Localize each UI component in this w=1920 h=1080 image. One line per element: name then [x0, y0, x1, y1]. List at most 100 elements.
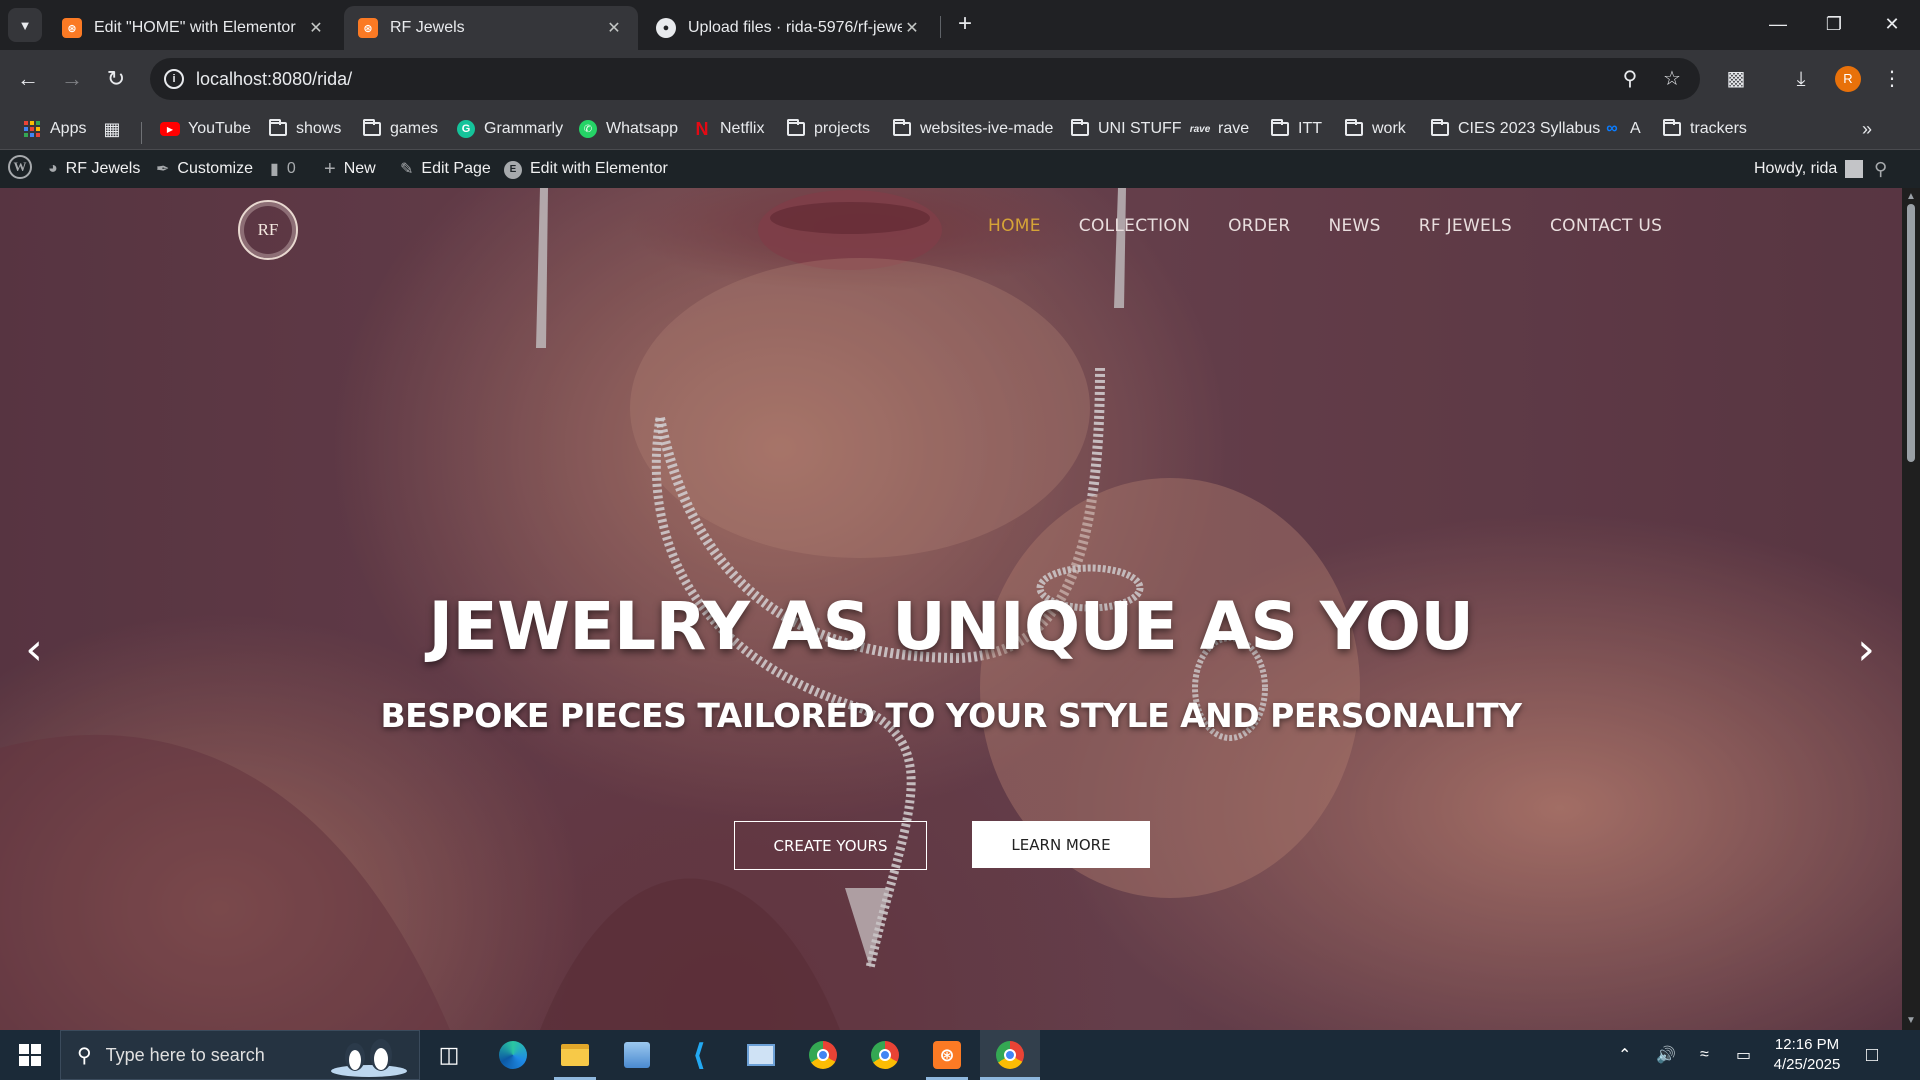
- close-icon[interactable]: ✕: [604, 18, 624, 38]
- volume-icon: 🔊: [1656, 1047, 1676, 1064]
- network-button[interactable]: ≈: [1700, 1030, 1709, 1080]
- edge-icon: [499, 1041, 527, 1069]
- folder-icon: [786, 119, 806, 138]
- tab-title: RF Jewels: [390, 19, 465, 36]
- bookmark-websites-ive-made[interactable]: websites-ive-made: [892, 116, 1053, 142]
- folder-icon: [362, 119, 382, 138]
- forward-button[interactable]: →: [56, 63, 88, 95]
- back-button[interactable]: ←: [12, 63, 44, 95]
- reload-button[interactable]: ↻: [100, 63, 132, 95]
- download-icon[interactable]: ⤓: [1785, 63, 1817, 95]
- volume-button[interactable]: 🔊: [1656, 1030, 1676, 1080]
- taskbar-edge[interactable]: [496, 1038, 530, 1072]
- zoom-icon[interactable]: ⚲: [1618, 68, 1642, 92]
- bookmark-projects[interactable]: projects: [786, 116, 870, 142]
- tab-elementor-editor[interactable]: ⊛ Edit "HOME" with Elementor ✕: [48, 6, 340, 50]
- show-hidden-icons-button[interactable]: ⌃: [1618, 1030, 1631, 1080]
- bookmark-youtube[interactable]: ▶ YouTube: [160, 116, 251, 142]
- task-view-button[interactable]: ◫: [432, 1038, 466, 1072]
- wp-edit-page[interactable]: ✎ Edit Page: [400, 159, 491, 179]
- tab-github-upload[interactable]: ● Upload files · rida-5976/rf-jewel ✕: [642, 6, 936, 50]
- wp-edit-elementor[interactable]: E Edit with Elementor: [504, 159, 668, 179]
- bookmark-cies-2023-syllabus[interactable]: CIES 2023 Syllabus: [1430, 116, 1600, 142]
- create-yours-button[interactable]: CREATE YOURS: [734, 821, 927, 870]
- whatsapp-icon: ✆: [578, 120, 598, 138]
- minimize-button[interactable]: —: [1758, 8, 1798, 40]
- taskbar-vscode[interactable]: ⟨: [682, 1038, 716, 1072]
- wp-logo-menu[interactable]: W: [8, 155, 32, 179]
- wp-comments[interactable]: ▮ 0: [270, 159, 296, 179]
- pencil-icon: ✎: [400, 161, 414, 178]
- wp-customize[interactable]: ✒ Customize: [156, 159, 253, 179]
- bookmark-label: YouTube: [188, 120, 251, 137]
- address-bar[interactable]: i localhost:8080/rida/ ⚲ ☆: [150, 58, 1700, 100]
- nav-rf-jewels[interactable]: RF JEWELS: [1419, 216, 1512, 236]
- url-text[interactable]: localhost:8080/rida/: [196, 69, 352, 90]
- tab-strip: ▼ ⊛ Edit "HOME" with Elementor ✕ ⊛ RF Je…: [0, 0, 1920, 50]
- bookmark-work[interactable]: work: [1344, 116, 1406, 142]
- close-window-button[interactable]: ✕: [1872, 8, 1912, 40]
- taskbar-chrome[interactable]: [868, 1038, 902, 1072]
- nav-order[interactable]: ORDER: [1228, 216, 1290, 236]
- bookmark-apps[interactable]: Apps: [22, 116, 86, 142]
- restore-button[interactable]: ❐: [1814, 8, 1854, 40]
- wp-site-name[interactable]: ◕ RF Jewels: [48, 159, 140, 179]
- nav-home[interactable]: HOME: [988, 216, 1041, 236]
- taskbar-xampp[interactable]: ⊛: [930, 1038, 964, 1072]
- tab-search-button[interactable]: ▼: [8, 8, 42, 42]
- taskbar-remote-desktop[interactable]: [744, 1038, 778, 1072]
- site-logo[interactable]: RF: [238, 200, 298, 260]
- taskbar-file-explorer[interactable]: [558, 1038, 592, 1072]
- taskbar-photos[interactable]: [620, 1038, 654, 1072]
- bookmark-itt[interactable]: ITT: [1270, 116, 1322, 142]
- bookmark-games[interactable]: games: [362, 116, 438, 142]
- bookmark-grammarly[interactable]: G Grammarly: [456, 116, 563, 142]
- more-bookmarks-button[interactable]: »: [1862, 116, 1872, 142]
- wp-new[interactable]: + New: [324, 158, 376, 180]
- site-info-icon[interactable]: i: [164, 69, 184, 89]
- bookmark-netflix[interactable]: N Netflix: [692, 116, 765, 142]
- chrome-icon: [871, 1041, 899, 1069]
- folder-icon: [1270, 119, 1290, 138]
- battery-button[interactable]: ▭: [1736, 1030, 1751, 1080]
- vscode-icon: ⟨: [692, 1038, 706, 1072]
- taskbar-search[interactable]: ⚲ Type here to search: [60, 1030, 420, 1080]
- close-icon[interactable]: ✕: [902, 18, 922, 38]
- bookmark-trackers[interactable]: trackers: [1662, 116, 1747, 142]
- taskbar-chrome-profile[interactable]: [806, 1038, 840, 1072]
- bookmark-uni-stuff[interactable]: UNI STUFF: [1070, 116, 1182, 142]
- bookmark-star-icon[interactable]: ☆: [1660, 68, 1684, 92]
- tab-rf-jewels[interactable]: ⊛ RF Jewels ✕: [344, 6, 638, 50]
- windows-icon: [19, 1044, 41, 1066]
- tab-groups-button[interactable]: ▦: [102, 116, 130, 142]
- bookmark-label: A: [1630, 120, 1641, 137]
- notification-icon: □: [1866, 1043, 1879, 1066]
- taskbar-chrome-active[interactable]: [993, 1038, 1027, 1072]
- close-icon[interactable]: ✕: [306, 18, 326, 38]
- bookmark-shows[interactable]: shows: [268, 116, 341, 142]
- learn-more-button[interactable]: LEARN MORE: [972, 821, 1150, 868]
- notifications-button[interactable]: □: [1866, 1030, 1878, 1080]
- nav-collection[interactable]: COLLECTION: [1079, 216, 1190, 236]
- nav-news[interactable]: NEWS: [1328, 216, 1380, 236]
- bookmark-rave[interactable]: rave rave: [1190, 116, 1249, 142]
- bookmark-a[interactable]: ∞ A: [1602, 116, 1641, 142]
- scroll-up-arrow-icon[interactable]: ▲: [1906, 192, 1916, 202]
- profile-avatar[interactable]: R: [1835, 66, 1861, 92]
- wp-my-account[interactable]: Howdy, rida: [1754, 159, 1864, 179]
- start-button[interactable]: [0, 1030, 60, 1080]
- chevron-double-right-icon: »: [1862, 118, 1873, 139]
- extensions-icon[interactable]: ▩: [1720, 63, 1752, 95]
- wp-customize-label: Customize: [177, 160, 253, 177]
- chevron-up-icon: ⌃: [1618, 1047, 1632, 1064]
- page-scrollbar[interactable]: ▲ ▼: [1902, 188, 1920, 1030]
- new-tab-button[interactable]: +: [950, 10, 980, 40]
- scrollbar-thumb[interactable]: [1907, 204, 1915, 462]
- taskbar-clock[interactable]: 12:16 PM 4/25/2025: [1762, 1035, 1852, 1075]
- menu-icon[interactable]: ⋮: [1876, 63, 1908, 95]
- bookmark-whatsapp[interactable]: ✆ Whatsapp: [578, 116, 678, 142]
- nav-contact-us[interactable]: CONTACT US: [1550, 216, 1662, 236]
- scroll-down-arrow-icon[interactable]: ▼: [1906, 1016, 1916, 1026]
- wp-search[interactable]: ⚲: [1874, 159, 1887, 179]
- wifi-icon: ≈: [1700, 1046, 1709, 1063]
